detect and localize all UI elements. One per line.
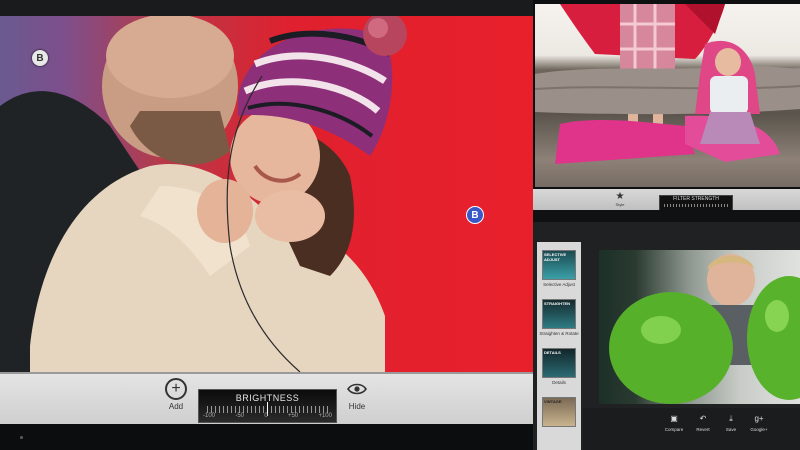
tool-caption: SELECTIVE ADJUST: [544, 252, 567, 262]
tool-vintage[interactable]: VINTAGE: [539, 397, 579, 427]
plus-circle-icon: +: [165, 378, 187, 400]
tool-selective-adjust[interactable]: SELECTIVE ADJUST Selective Adjust: [539, 250, 579, 287]
kids-photo: [535, 4, 800, 164]
active-control-point-pin[interactable]: B: [466, 206, 484, 224]
tick-label: +100: [318, 413, 332, 419]
tools-screen: SELECTIVE ADJUST Selective Adjust STRAIG…: [533, 222, 800, 450]
add-label: Add: [168, 402, 184, 411]
tick-label: -100: [203, 413, 216, 419]
star-icon: ★: [615, 191, 625, 202]
filter-strength-slider[interactable]: FILTER STRENGTH: [659, 195, 733, 210]
tick-label: 0: [264, 413, 268, 419]
google-plus-icon: g+: [754, 414, 764, 423]
style-button[interactable]: ★ Style: [613, 191, 627, 208]
tools-sidebar: SELECTIVE ADJUST Selective Adjust STRAIG…: [537, 242, 581, 450]
control-point-pin[interactable]: B: [32, 50, 48, 66]
tool-label: Straighten & Rotate: [539, 331, 579, 336]
tool-caption: VINTAGE: [544, 399, 562, 404]
filter-photo-canvas[interactable]: [535, 4, 800, 187]
nav-indicator-icon: [20, 436, 23, 439]
filter-screen: ★ Style FILTER STRENGTH: [533, 0, 800, 210]
tool-thumbnail: SELECTIVE ADJUST: [542, 250, 576, 280]
tool-straighten-rotate[interactable]: STRAIGHTEN Straighten & Rotate: [539, 299, 579, 336]
tool-thumbnail: STRAIGHTEN: [542, 299, 576, 329]
tick-label: -50: [235, 413, 244, 419]
filter-strength-title: FILTER STRENGTH: [673, 196, 719, 202]
hide-label: Hide: [348, 402, 366, 411]
slider-scale: [664, 204, 728, 207]
couple-photo: [0, 16, 407, 372]
google-plus-label: Google+: [750, 427, 768, 432]
balloon-photo: [609, 254, 800, 404]
tool-caption: DETAILS: [544, 350, 561, 355]
hide-button[interactable]: Hide: [335, 374, 379, 420]
tool-thumbnail: DETAILS: [542, 348, 576, 378]
tool-details[interactable]: DETAILS Details: [539, 348, 579, 385]
tool-label: Details: [552, 380, 566, 385]
system-nav-bar: [0, 424, 533, 450]
add-button[interactable]: + Add: [154, 374, 198, 420]
style-label: Style: [615, 202, 625, 207]
tick-label: +50: [287, 413, 299, 419]
google-plus-button[interactable]: g+ Google+: [742, 414, 776, 432]
edited-photo-canvas[interactable]: B B: [0, 16, 533, 372]
tool-caption: STRAIGHTEN: [544, 301, 570, 306]
status-bar: [0, 0, 533, 16]
brightness-slider[interactable]: BRIGHTNESS -100 -50 0 +50 +100: [198, 389, 337, 423]
eye-icon: [346, 378, 368, 400]
selective-adjust-screen: B B + Add Hide BRIGHTNESS -100 -50 0 +50…: [0, 0, 533, 450]
slider-tick-labels: -100 -50 0 +50 +100: [203, 413, 332, 419]
tool-label: Selective Adjust: [543, 282, 575, 287]
preview-photo-canvas[interactable]: [599, 250, 800, 404]
tool-thumbnail: VINTAGE: [542, 397, 576, 427]
